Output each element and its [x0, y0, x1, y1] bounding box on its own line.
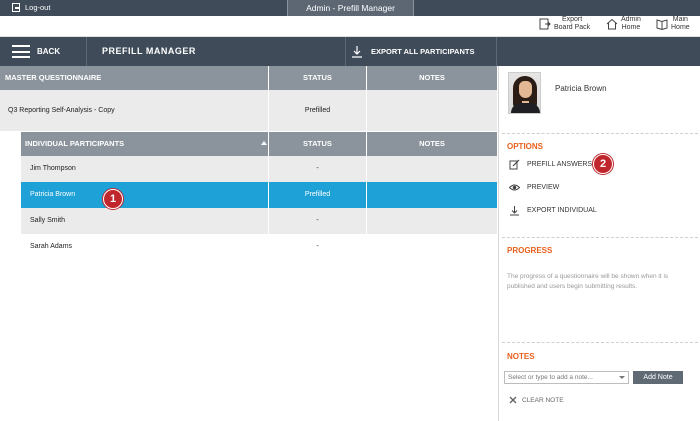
- questionnaire-status: Prefilled: [268, 90, 366, 131]
- participant-status: -: [268, 208, 366, 234]
- admin-home-button[interactable]: Admin Home: [606, 16, 641, 32]
- options-title: OPTIONS: [507, 142, 544, 151]
- logout-link[interactable]: Log-out: [12, 3, 50, 12]
- export-board-pack-label-1: Export: [561, 16, 583, 23]
- sort-ascending-icon[interactable]: [261, 141, 267, 145]
- master-questionnaire-title: MASTER QUESTIONNAIRE: [5, 73, 102, 82]
- export-individual-label: EXPORT INDIVIDUAL: [527, 207, 597, 214]
- menu-icon: [12, 45, 30, 58]
- participant-status: Prefilled: [268, 182, 366, 208]
- clear-note-label: CLEAR NOTE: [522, 396, 564, 404]
- export-board-pack-button[interactable]: Export Board Pack: [539, 16, 590, 32]
- add-note-button[interactable]: Add Note: [633, 371, 683, 384]
- participants-notes-header: NOTES: [366, 132, 497, 156]
- participant-name: Sally Smith: [30, 217, 66, 224]
- participant-name: Jim Thompson: [30, 165, 76, 172]
- participant-status: -: [268, 234, 366, 260]
- step-badge-1: 1: [103, 189, 123, 209]
- main-content: MASTER QUESTIONNAIRE STATUS NOTES Q3 Rep…: [0, 66, 497, 421]
- participant-row[interactable]: Sally Smith -: [21, 208, 497, 234]
- page-title: PREFILL MANAGER: [102, 46, 196, 56]
- participant-name-heading: Patricia Brown: [555, 84, 607, 93]
- preview-label: PREVIEW: [527, 184, 560, 191]
- edit-icon: [509, 159, 520, 170]
- eye-icon: [509, 184, 520, 191]
- home-icon: [606, 18, 618, 30]
- main-home-label-2: Home: [671, 24, 690, 31]
- participants-title: INDIVIDUAL PARTICIPANTS: [25, 139, 125, 148]
- questionnaire-notes: [366, 90, 497, 131]
- header-bar: BACK PREFILL MANAGER EXPORT ALL PARTICIP…: [0, 37, 700, 66]
- divider: [502, 133, 698, 134]
- back-button[interactable]: BACK: [0, 37, 87, 66]
- master-questionnaire-header: MASTER QUESTIONNAIRE STATUS NOTES: [0, 66, 497, 90]
- back-label: BACK: [37, 47, 61, 56]
- note-select-input[interactable]: Select or type to add a note...: [504, 371, 629, 384]
- tool-strip: Export Board Pack Admin Home Main Home: [0, 16, 700, 37]
- main-home-label-1: Main: [672, 16, 688, 23]
- preview-option[interactable]: PREVIEW: [509, 182, 559, 193]
- participant-status: -: [268, 156, 366, 182]
- step-badge-2: 2: [593, 154, 613, 174]
- progress-title: PROGRESS: [507, 246, 553, 255]
- admin-home-label-1: Admin: [621, 16, 641, 23]
- admin-home-label-2: Home: [621, 24, 641, 31]
- participant-row-selected[interactable]: Patricia Brown Prefilled: [21, 182, 497, 208]
- notes-column-header: NOTES: [366, 66, 497, 90]
- export-board-pack-label-2: Board Pack: [554, 24, 591, 31]
- participant-row[interactable]: Jim Thompson -: [21, 156, 497, 182]
- right-panel-header: [498, 37, 700, 66]
- chevron-down-icon: [619, 376, 625, 379]
- participant-notes: [366, 156, 497, 182]
- divider: [502, 342, 698, 343]
- close-icon: [509, 396, 517, 404]
- export-document-icon: [539, 18, 551, 30]
- logout-icon: [12, 3, 20, 12]
- participants-status-header: STATUS: [268, 132, 366, 156]
- prefill-answers-option[interactable]: PREFILL ANSWERS: [509, 159, 592, 170]
- participant-row[interactable]: Sarah Adams -: [21, 234, 497, 260]
- top-bar: Log-out Admin - Prefill Manager: [0, 0, 700, 16]
- participants-table: INDIVIDUAL PARTICIPANTS STATUS NOTES Jim…: [21, 132, 497, 260]
- main-home-button[interactable]: Main Home: [656, 16, 690, 32]
- participant-notes: [366, 182, 497, 208]
- participants-header: INDIVIDUAL PARTICIPANTS STATUS NOTES: [21, 132, 497, 156]
- status-column-header: STATUS: [268, 66, 366, 90]
- export-all-label: EXPORT ALL PARTICIPANTS: [371, 47, 475, 56]
- download-icon: [352, 46, 362, 58]
- avatar: [508, 72, 541, 114]
- participant-name: Sarah Adams: [30, 243, 73, 250]
- participant-notes: [366, 208, 497, 234]
- right-panel: Patricia Brown OPTIONS PREFILL ANSWERS P…: [498, 66, 700, 421]
- questionnaire-name: Q3 Reporting Self-Analysis - Copy: [8, 107, 115, 114]
- participant-name: Patricia Brown: [30, 191, 76, 198]
- book-icon: [656, 19, 668, 30]
- divider: [502, 237, 698, 238]
- download-icon: [510, 206, 519, 216]
- note-select-placeholder: Select or type to add a note...: [508, 374, 593, 381]
- clear-note-button[interactable]: CLEAR NOTE: [509, 396, 564, 404]
- prefill-answers-label: PREFILL ANSWERS: [527, 161, 593, 168]
- export-all-participants-button[interactable]: EXPORT ALL PARTICIPANTS: [345, 37, 497, 66]
- window-title-tab: Admin - Prefill Manager: [287, 0, 414, 16]
- master-questionnaire-row[interactable]: Q3 Reporting Self-Analysis - Copy Prefil…: [0, 90, 497, 131]
- participant-notes: [366, 234, 497, 260]
- export-individual-option[interactable]: EXPORT INDIVIDUAL: [509, 205, 597, 216]
- logout-label: Log-out: [25, 3, 51, 12]
- progress-description: The progress of a questionnaire will be …: [507, 273, 669, 290]
- notes-title: NOTES: [507, 352, 535, 361]
